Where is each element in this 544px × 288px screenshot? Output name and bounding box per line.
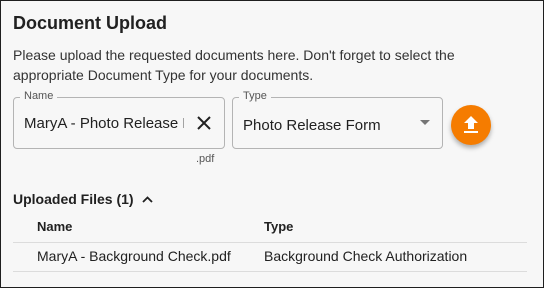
uploaded-files-toggle[interactable]: Uploaded Files (1) bbox=[13, 191, 153, 207]
name-input[interactable] bbox=[24, 98, 184, 148]
page-title: Document Upload bbox=[13, 13, 168, 33]
close-icon[interactable] bbox=[192, 111, 216, 135]
table-header: Name Type bbox=[13, 215, 527, 243]
column-header-name: Name bbox=[37, 219, 73, 234]
type-selected-value: Photo Release Form bbox=[243, 117, 381, 134]
file-extension: .pdf bbox=[196, 153, 215, 165]
file-type-cell: Background Check Authorization bbox=[264, 248, 468, 264]
uploaded-files-heading: Uploaded Files (1) bbox=[13, 191, 134, 207]
table-row[interactable]: MaryA - Background Check.pdf Background … bbox=[13, 243, 527, 272]
uploaded-files-table: Name Type MaryA - Background Check.pdf B… bbox=[13, 215, 527, 272]
chevron-up-icon bbox=[141, 195, 153, 203]
instructions-text: Please upload the requested documents he… bbox=[13, 47, 455, 83]
name-field: Name bbox=[13, 90, 225, 149]
column-header-type: Type bbox=[264, 219, 294, 234]
file-name-cell: MaryA - Background Check.pdf bbox=[37, 248, 231, 264]
upload-button[interactable] bbox=[451, 105, 491, 145]
upload-icon bbox=[464, 116, 478, 133]
document-upload-panel: Document Upload Please upload the reques… bbox=[0, 0, 544, 288]
dropdown-arrow-icon[interactable] bbox=[420, 120, 430, 125]
type-select[interactable]: Type Photo Release Form bbox=[232, 90, 443, 149]
